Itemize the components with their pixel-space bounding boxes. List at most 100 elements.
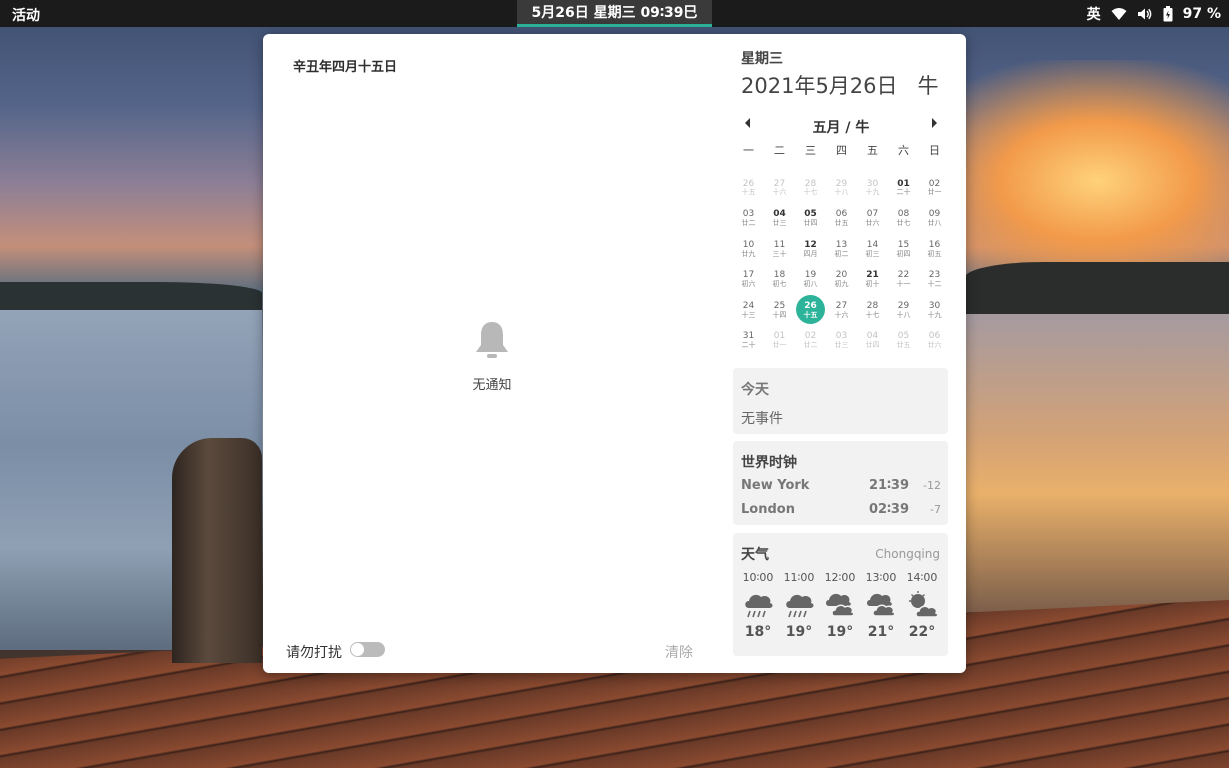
calendar-day[interactable]: 30 十九: [919, 295, 950, 326]
calendar-day[interactable]: 25 十四: [764, 295, 795, 326]
system-tray[interactable]: 英 97 %: [1087, 0, 1221, 27]
calendar-grid: 26 十五 27 十六 28 十七 29 十八 30 十九 01 二十 02 廿一 03 廿二 04 廿三 05 廿四…: [733, 173, 950, 357]
events-card[interactable]: 今天 无事件: [733, 368, 948, 434]
calendar-day-lunar: 十一: [896, 280, 911, 289]
next-month-icon[interactable]: [927, 116, 941, 130]
no-events-text: 无事件: [741, 411, 783, 427]
calendar-day-lunar: 初八: [803, 280, 818, 289]
calendar-day-lunar: 廿二: [741, 218, 756, 227]
calendar-day-lunar: 初六: [741, 280, 756, 289]
current-weekday[interactable]: 星期三: [741, 48, 783, 68]
calendar-day-lunar: 廿五: [896, 341, 911, 350]
forecast-item: 10∶00 18°: [738, 571, 778, 640]
calendar-day[interactable]: 05 廿四: [795, 204, 826, 235]
calendar-day[interactable]: 22 十一: [888, 265, 919, 296]
overcast-icon: [826, 593, 855, 617]
calendar-day[interactable]: 03 廿二: [733, 204, 764, 235]
world-clock-offset: -12: [923, 479, 941, 492]
calendar-day-lunar: 初九: [834, 280, 849, 289]
calendar-day-lunar: 廿三: [772, 218, 787, 227]
clear-notifications-button[interactable]: 清除: [665, 642, 693, 662]
calendar-day-lunar: 十九: [865, 188, 880, 197]
calendar-day[interactable]: 06 廿六: [919, 326, 950, 357]
calendar-day-lunar: 十二: [927, 280, 942, 289]
calendar-day[interactable]: 27 十六: [764, 173, 795, 204]
input-method-indicator[interactable]: 英: [1087, 4, 1101, 24]
calendar-day-today[interactable]: 26 十五: [795, 295, 826, 326]
calendar-day[interactable]: 24 十三: [733, 295, 764, 326]
calendar-day-lunar: 二十: [741, 341, 756, 350]
forecast-temp: 22°: [908, 624, 936, 640]
calendar-day-lunar: 十五: [741, 188, 756, 197]
current-full-date[interactable]: 2021年5月26日牛: [741, 70, 939, 100]
calendar-day[interactable]: 07 廿六: [857, 204, 888, 235]
calendar-day-lunar: 十六: [772, 188, 787, 197]
calendar-day[interactable]: 17 初六: [733, 265, 764, 296]
calendar-day[interactable]: 03 廿三: [826, 326, 857, 357]
volume-icon: [1137, 8, 1151, 19]
weather-card[interactable]: 天气 Chongqing 10∶00 18° 11∶00 19° 12∶00 1…: [733, 533, 948, 656]
calendar-month-label: 五月 / 牛: [812, 120, 870, 136]
calendar-day[interactable]: 09 廿八: [919, 204, 950, 235]
calendar-day[interactable]: 31 二十: [733, 326, 764, 357]
datetime-button[interactable]: 5月26日 星期三 09∶39巳: [517, 0, 712, 27]
calendar-day-lunar: 初四: [896, 249, 911, 258]
calendar-day[interactable]: 29 十八: [826, 173, 857, 204]
rain-icon: [786, 594, 814, 618]
calendar-day[interactable]: 28 十七: [795, 173, 826, 204]
lunar-date: 辛丑年四月十五日: [293, 60, 398, 75]
calendar-day-lunar: 十六: [834, 310, 849, 319]
calendar-day[interactable]: 12 四月: [795, 234, 826, 265]
calendar-day-lunar: 十三: [741, 310, 756, 319]
calendar-day-lunar: 十八: [896, 310, 911, 319]
forecast-hour: 10∶00: [742, 571, 774, 584]
calendar-day[interactable]: 20 初九: [826, 265, 857, 296]
calendar-weekday-header: 一 二 三 四 五 六 日: [733, 142, 950, 158]
calendar-day[interactable]: 21 初十: [857, 265, 888, 296]
calendar-day[interactable]: 14 初三: [857, 234, 888, 265]
calendar-day[interactable]: 01 二十: [888, 173, 919, 204]
calendar-day[interactable]: 04 廿三: [764, 204, 795, 235]
wallpaper-treeline-left: [0, 282, 262, 310]
calendar-day[interactable]: 11 三十: [764, 234, 795, 265]
calendar-day[interactable]: 15 初四: [888, 234, 919, 265]
do-not-disturb-toggle[interactable]: [350, 642, 385, 657]
calendar-day[interactable]: 28 十七: [857, 295, 888, 326]
calendar-day[interactable]: 10 廿九: [733, 234, 764, 265]
calendar-day-lunar: 十七: [803, 188, 818, 197]
forecast-temp: 21°: [867, 624, 895, 640]
calendar-day[interactable]: 02 廿二: [795, 326, 826, 357]
world-clocks-card[interactable]: 世界时钟 New York 21∶39 -12 London 02∶39 -7: [733, 441, 948, 525]
calendar-day[interactable]: 23 十二: [919, 265, 950, 296]
calendar-day[interactable]: 16 初五: [919, 234, 950, 265]
bell-icon: [476, 322, 508, 358]
calendar-day[interactable]: 27 十六: [826, 295, 857, 326]
calendar-day-lunar: 初三: [865, 249, 880, 258]
calendar-day[interactable]: 02 廿一: [919, 173, 950, 204]
calendar-day[interactable]: 01 廿一: [764, 326, 795, 357]
world-clock-row: London 02∶39 -7: [741, 502, 941, 520]
calendar-day[interactable]: 05 廿五: [888, 326, 919, 357]
calendar-day[interactable]: 18 初七: [764, 265, 795, 296]
calendar-day[interactable]: 08 廿七: [888, 204, 919, 235]
calendar-day[interactable]: 19 初八: [795, 265, 826, 296]
calendar-day-lunar: 十七: [865, 310, 880, 319]
zodiac-text: 牛: [917, 74, 939, 98]
events-title: 今天: [741, 382, 769, 398]
calendar-day-lunar: 四月: [803, 249, 818, 258]
calendar-day[interactable]: 30 十九: [857, 173, 888, 204]
weekday-label: 六: [898, 144, 909, 157]
calendar-day-lunar: 十五: [803, 310, 818, 319]
weather-location: Chongqing: [875, 547, 940, 561]
calendar-day-lunar: 廿一: [927, 188, 942, 197]
activities-button[interactable]: 活动: [12, 5, 40, 25]
calendar-day[interactable]: 06 廿五: [826, 204, 857, 235]
calendar-day[interactable]: 04 廿四: [857, 326, 888, 357]
previous-month-icon[interactable]: [741, 116, 755, 130]
calendar-day-lunar: 十四: [772, 310, 787, 319]
calendar-day[interactable]: 29 十八: [888, 295, 919, 326]
calendar-day[interactable]: 13 初二: [826, 234, 857, 265]
calendar-day-lunar: 初五: [927, 249, 942, 258]
calendar-day[interactable]: 26 十五: [733, 173, 764, 204]
rain-icon: [745, 594, 773, 618]
